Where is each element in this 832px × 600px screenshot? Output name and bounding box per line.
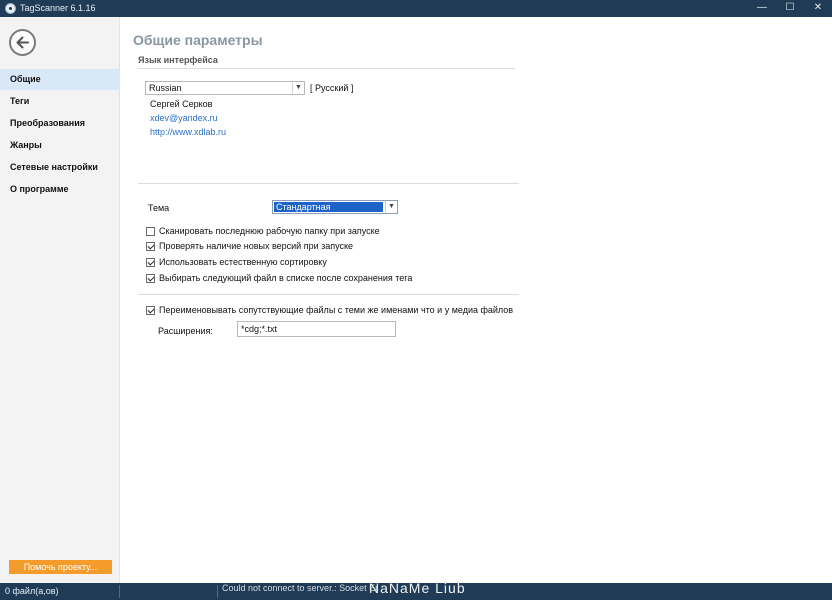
- chevron-down-icon[interactable]: ▼: [292, 82, 304, 94]
- minimize-button[interactable]: —: [748, 0, 776, 17]
- watermark: NaNaMe Liub: [369, 580, 466, 596]
- theme-select-value: Стандартная: [274, 202, 383, 212]
- sidebar-item-conversions[interactable]: Преобразования: [0, 113, 120, 134]
- status-divider: [217, 585, 218, 598]
- theme-select[interactable]: Стандартная ▼: [272, 200, 398, 214]
- translator-website-link[interactable]: http://www.xdlab.ru: [150, 127, 226, 137]
- checkbox[interactable]: [146, 227, 155, 236]
- option-label: Проверять наличие новых версий при запус…: [159, 241, 354, 251]
- divider: [138, 68, 515, 69]
- sidebar-item-genres[interactable]: Жанры: [0, 135, 120, 156]
- status-message: Could not connect to server.: Socket Er: [222, 583, 379, 593]
- checkbox[interactable]: [146, 242, 155, 251]
- option-label: Переименовывать сопутствующие файлы с те…: [159, 305, 514, 315]
- checkbox[interactable]: [146, 306, 155, 315]
- translator-email-link[interactable]: xdev@yandex.ru: [150, 113, 218, 123]
- checkbox[interactable]: [146, 258, 155, 267]
- language-section-heading: Язык интерфейса: [138, 55, 218, 65]
- main-panel: Общие параметры Язык интерфейса Russian …: [121, 17, 832, 583]
- maximize-button[interactable]: ☐: [776, 0, 804, 17]
- extensions-input[interactable]: [237, 321, 396, 337]
- language-native-name: [ Русский ]: [310, 83, 354, 93]
- sidebar-item-general[interactable]: Общие: [0, 69, 120, 90]
- arrow-left-icon: [16, 36, 29, 49]
- divider: [138, 183, 519, 184]
- window-title: TagScanner 6.1.16: [20, 3, 96, 13]
- back-button[interactable]: [9, 29, 36, 56]
- option-label: Использовать естественную сортировку: [159, 257, 327, 267]
- translator-name: Сергей Серков: [150, 99, 213, 109]
- theme-label: Тема: [148, 203, 170, 213]
- sidebar-item-about[interactable]: О программе: [0, 179, 120, 200]
- option-label: Выбирать следующий файл в списке после с…: [159, 273, 413, 283]
- help-project-button[interactable]: Помочь проекту...: [9, 560, 112, 574]
- checkbox[interactable]: [146, 274, 155, 283]
- title-bar: TagScanner 6.1.16 — ☐ ✕: [0, 0, 832, 17]
- app-icon: [5, 3, 16, 14]
- sidebar-item-network[interactable]: Сетевые настройки: [0, 157, 120, 178]
- page-title: Общие параметры: [133, 32, 263, 48]
- chevron-down-icon[interactable]: ▼: [385, 201, 397, 213]
- divider: [138, 294, 519, 295]
- option-label: Сканировать последнюю рабочую папку при …: [159, 226, 380, 236]
- language-select-value: Russian: [149, 83, 182, 93]
- status-divider: [119, 585, 120, 598]
- language-select[interactable]: Russian ▼: [145, 81, 305, 95]
- extensions-label: Расширения:: [158, 326, 213, 336]
- close-button[interactable]: ✕: [804, 0, 832, 17]
- sidebar-item-tags[interactable]: Теги: [0, 91, 120, 112]
- status-file-count: 0 файл(а,ов): [5, 586, 59, 596]
- sidebar: Общие Теги Преобразования Жанры Сетевые …: [0, 17, 120, 583]
- status-bar: 0 файл(а,ов) Could not connect to server…: [0, 580, 832, 600]
